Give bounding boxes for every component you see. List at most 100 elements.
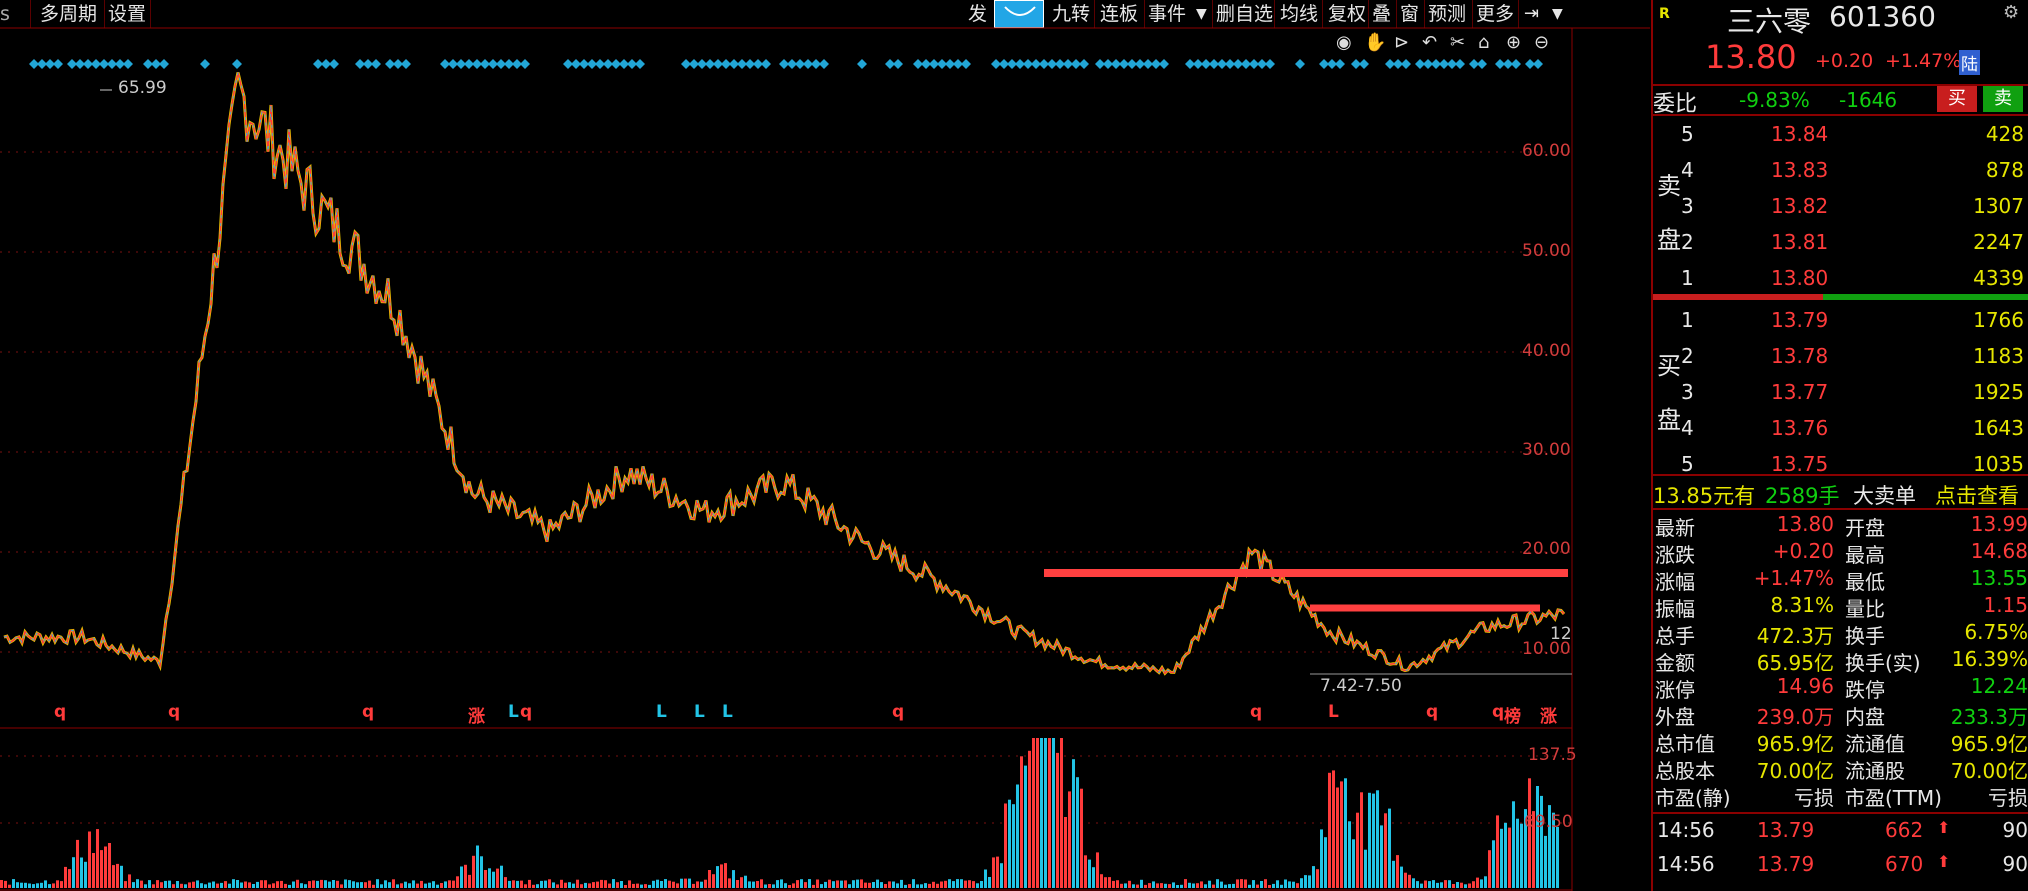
event-dot[interactable]: [401, 59, 411, 69]
level-volume: 2247: [1973, 230, 2024, 254]
volume-bar: [232, 879, 235, 888]
event-dot[interactable]: [857, 59, 867, 69]
bid-row[interactable]: 4 13.76 1643: [1653, 416, 2028, 444]
ask-row[interactable]: 3 13.82 1307: [1653, 194, 2028, 222]
volume-bar: [636, 883, 639, 888]
bid-row[interactable]: 1 13.79 1766: [1653, 308, 2028, 336]
event-marker[interactable]: L: [722, 702, 733, 722]
ask-row[interactable]: 1 13.80 4339: [1653, 266, 2028, 294]
stat-value: 13.55: [1970, 566, 2028, 590]
event-dot[interactable]: [1477, 59, 1487, 69]
event-marker[interactable]: q: [1250, 702, 1262, 722]
gear-icon[interactable]: ⚙: [2003, 2, 2019, 23]
event-dot[interactable]: [329, 59, 339, 69]
volume-bar: [848, 884, 851, 888]
stat-label: 最新: [1655, 516, 1695, 540]
volume-bar: [88, 831, 91, 888]
event-dot[interactable]: [1159, 59, 1169, 69]
volume-bar: [788, 885, 791, 888]
volume-bar: [144, 884, 147, 888]
volume-bar: [1152, 881, 1155, 888]
tick-count: 90: [2002, 818, 2028, 842]
event-dot[interactable]: [371, 59, 381, 69]
level-price: 13.82: [1771, 194, 1829, 218]
volume-bar: [1488, 850, 1491, 888]
sell-button[interactable]: 卖: [1983, 86, 2023, 112]
event-dot[interactable]: [1335, 59, 1345, 69]
event-dot[interactable]: [53, 59, 63, 69]
volume-bar: [1520, 823, 1523, 888]
volume-bar: [1356, 812, 1359, 888]
volume-bar: [1088, 859, 1091, 888]
event-dot[interactable]: [1359, 59, 1369, 69]
event-marker[interactable]: L: [656, 702, 667, 722]
event-dot[interactable]: [893, 59, 903, 69]
event-dot[interactable]: [232, 59, 242, 69]
volume-bar: [956, 879, 959, 888]
event-marker[interactable]: L: [694, 702, 705, 722]
flag-badge: R: [1659, 6, 1670, 22]
event-dot[interactable]: [1079, 59, 1089, 69]
event-dot-row[interactable]: [29, 59, 1543, 69]
volume-bar: [748, 881, 751, 888]
event-dot[interactable]: [1295, 59, 1305, 69]
event-marker[interactable]: q: [520, 702, 532, 722]
event-marker[interactable]: L: [508, 702, 519, 722]
event-dot[interactable]: [1265, 59, 1275, 69]
event-dot[interactable]: [1401, 59, 1411, 69]
volume-bar: [1008, 799, 1011, 888]
volume-bar: [652, 880, 655, 888]
event-marker[interactable]: q: [54, 702, 66, 722]
volume-bar: [160, 882, 163, 888]
event-dot[interactable]: [200, 59, 210, 69]
volume-bar: [560, 879, 563, 888]
event-marker[interactable]: q: [362, 702, 374, 722]
event-dot[interactable]: [1455, 59, 1465, 69]
event-dot[interactable]: [1511, 59, 1521, 69]
volume-bar: [712, 874, 715, 888]
volume-bar: [876, 879, 879, 888]
volume-bar: [1148, 883, 1151, 888]
event-marker[interactable]: 榜: [1504, 702, 1521, 727]
event-marker[interactable]: 涨: [1540, 702, 1557, 727]
range-label: 7.42-7.50: [1320, 676, 1402, 696]
kline-chart[interactable]: [0, 0, 1650, 891]
event-dot[interactable]: [761, 59, 771, 69]
volume-bar: [1428, 881, 1431, 888]
volume-bar: [1456, 882, 1459, 888]
buy-button[interactable]: 买: [1937, 86, 1977, 112]
event-dot[interactable]: [520, 59, 530, 69]
event-marker[interactable]: 涨: [468, 702, 485, 727]
event-marker[interactable]: q: [168, 702, 180, 722]
bid-row[interactable]: 3 13.77 1925: [1653, 380, 2028, 408]
event-marker[interactable]: q: [1492, 702, 1504, 722]
volume-bar: [512, 880, 515, 888]
volume-bar: [1184, 879, 1187, 888]
ask-row[interactable]: 5 13.84 428: [1653, 122, 2028, 150]
volume-bar: [1208, 880, 1211, 888]
volume-bar: [1420, 883, 1423, 888]
event-dot[interactable]: [819, 59, 829, 69]
bid-row[interactable]: 2 13.78 1183: [1653, 344, 2028, 372]
event-dot[interactable]: [961, 59, 971, 69]
event-marker[interactable]: q: [1426, 702, 1438, 722]
event-dot[interactable]: [635, 59, 645, 69]
volume-bar: [1264, 879, 1267, 888]
bigorder-link[interactable]: 点击查看: [1935, 480, 2019, 510]
ask-row[interactable]: 4 13.83 878: [1653, 158, 2028, 186]
volume-bar: [1296, 883, 1299, 888]
event-marker[interactable]: q: [892, 702, 904, 722]
volume-bar: [680, 878, 683, 888]
volume-bar: [756, 881, 759, 888]
level-volume: 1035: [1973, 452, 2024, 476]
event-dot[interactable]: [1533, 59, 1543, 69]
event-dot[interactable]: [123, 59, 133, 69]
event-marker[interactable]: L: [1328, 702, 1339, 722]
volume-bar: [1480, 879, 1483, 888]
volume-bar: [536, 884, 539, 888]
y-tick-label: 20.00: [1522, 539, 1571, 559]
ask-row[interactable]: 2 13.81 2247: [1653, 230, 2028, 258]
volume-bar: [992, 857, 995, 888]
event-dot[interactable]: [159, 59, 169, 69]
volume-bar: [200, 883, 203, 888]
